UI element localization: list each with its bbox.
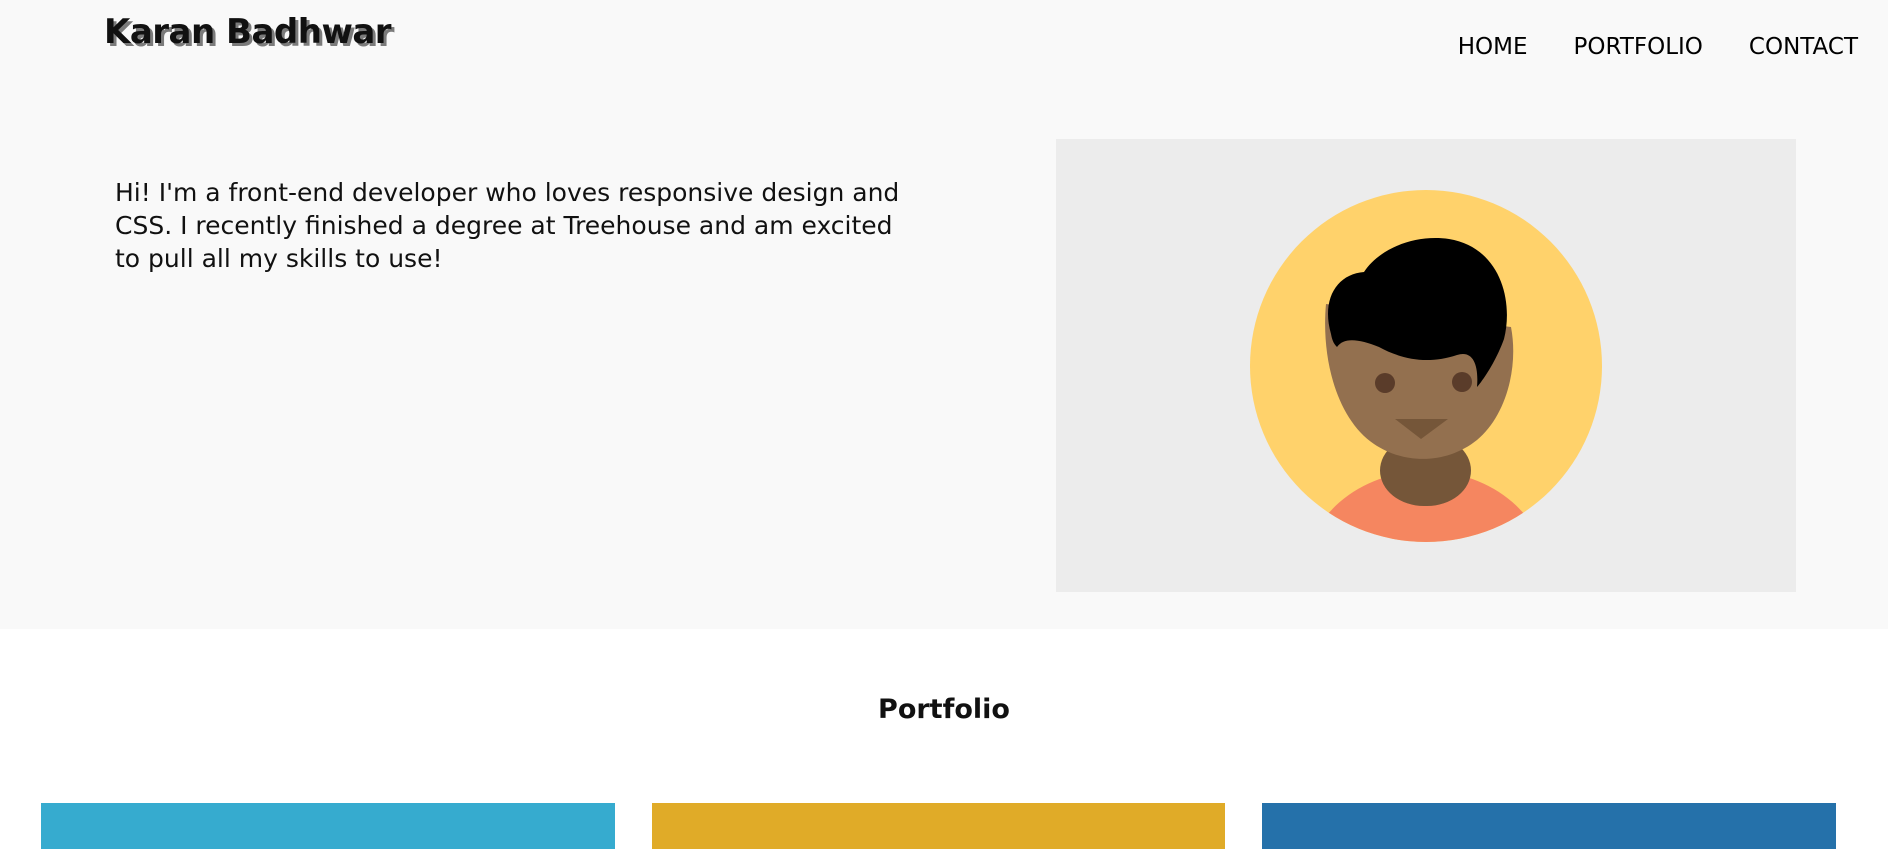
portfolio-card[interactable] [41, 803, 615, 849]
intro-text: Hi! I'm a front-end developer who loves … [115, 178, 900, 273]
user-avatar-icon [1250, 190, 1602, 542]
portfolio-card[interactable] [1262, 803, 1836, 849]
portfolio-heading: Portfolio [878, 694, 1010, 726]
site-brand[interactable]: Karan Badhwar [104, 12, 392, 52]
avatar-panel [1056, 139, 1796, 592]
main-nav: HOME PORTFOLIO CONTACT [1458, 34, 1858, 60]
nav-contact-link[interactable]: CONTACT [1749, 34, 1858, 60]
hero-section: Karan Badhwar HOME PORTFOLIO CONTACT Hi!… [0, 0, 1888, 629]
portfolio-card[interactable] [652, 803, 1225, 849]
nav-home-link[interactable]: HOME [1458, 34, 1528, 60]
nav-portfolio-link[interactable]: PORTFOLIO [1574, 34, 1703, 60]
